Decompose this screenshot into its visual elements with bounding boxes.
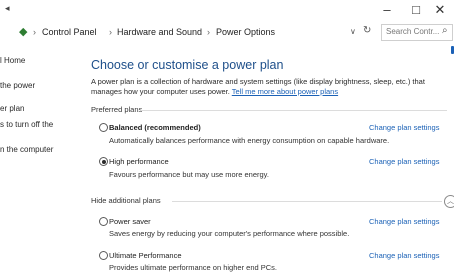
preferred-plans-heading: Preferred plans	[91, 105, 143, 114]
search-input[interactable]: Search Contr... ⌕	[381, 24, 453, 41]
radio-high-performance[interactable]	[99, 157, 108, 166]
maximize-button[interactable]: □	[405, 1, 427, 19]
breadcrumb-power-options[interactable]: Power Options	[216, 27, 275, 37]
plan-desc-high-performance: Favours performance but may use more ene…	[109, 170, 269, 179]
plan-name-ultimate-performance[interactable]: Ultimate Performance	[109, 251, 182, 260]
sidebar-item-power-buttons[interactable]: the power	[0, 81, 35, 90]
radio-balanced[interactable]	[99, 123, 108, 132]
sidebar-item-home[interactable]: l Home	[0, 56, 25, 65]
plan-name-power-saver[interactable]: Power saver	[109, 217, 151, 226]
plan-desc-balanced: Automatically balances performance with …	[109, 136, 390, 145]
plan-desc-ultimate-performance: Provides ultimate performance on higher …	[109, 263, 278, 272]
sidebar-item-display-off[interactable]: s to turn off the	[0, 120, 53, 129]
search-placeholder: Search Contr...	[386, 27, 440, 36]
intro-text-line1: A power plan is a collection of hardware…	[91, 77, 425, 86]
breadcrumb-separator-icon: ›	[207, 27, 210, 37]
breadcrumb-separator-icon: ›	[109, 27, 112, 37]
hide-additional-plans-heading[interactable]: Hide additional plans	[91, 196, 161, 205]
radio-power-saver[interactable]	[99, 217, 108, 226]
change-plan-settings-power-saver[interactable]: Change plan settings	[369, 217, 439, 226]
intro-text-line2: manages how your computer uses power. Te…	[91, 87, 338, 96]
refresh-icon[interactable]: ↻	[363, 25, 371, 36]
section-divider	[172, 201, 442, 202]
breadcrumb-hardware-sound[interactable]: Hardware and Sound	[117, 27, 202, 37]
change-plan-settings-high-performance[interactable]: Change plan settings	[369, 157, 439, 166]
power-plans-help-link[interactable]: Tell me more about power plans	[232, 87, 338, 96]
change-plan-settings-balanced[interactable]: Change plan settings	[369, 123, 439, 132]
plan-name-balanced[interactable]: Balanced (recommended)	[109, 123, 201, 132]
breadcrumb-control-panel[interactable]: Control Panel	[42, 27, 97, 37]
page-title: Choose or customise a power plan	[91, 58, 284, 72]
title-bar: ◂ – □ ✕	[0, 0, 454, 20]
radio-ultimate-performance[interactable]	[99, 251, 108, 260]
minimize-button[interactable]: –	[376, 1, 398, 19]
address-dropdown-icon[interactable]: ∨	[350, 27, 356, 36]
sidebar-item-sleep[interactable]: n the computer	[0, 145, 53, 154]
plan-desc-power-saver: Saves energy by reducing your computer's…	[109, 229, 350, 238]
collapse-chevron-up-icon[interactable]: ︿	[444, 195, 454, 208]
breadcrumb-separator-icon: ›	[33, 27, 36, 37]
change-plan-settings-ultimate-performance[interactable]: Change plan settings	[369, 251, 439, 260]
section-divider	[141, 110, 447, 111]
search-icon[interactable]: ⌕	[442, 25, 448, 36]
control-panel-icon: ◆	[19, 26, 28, 38]
window-icon: ◂	[5, 3, 10, 13]
plan-name-high-performance[interactable]: High performance	[109, 157, 169, 166]
sidebar-item-create-plan[interactable]: er plan	[0, 104, 24, 113]
close-button[interactable]: ✕	[429, 1, 451, 19]
intro-text: manages how your computer uses power.	[91, 87, 230, 96]
